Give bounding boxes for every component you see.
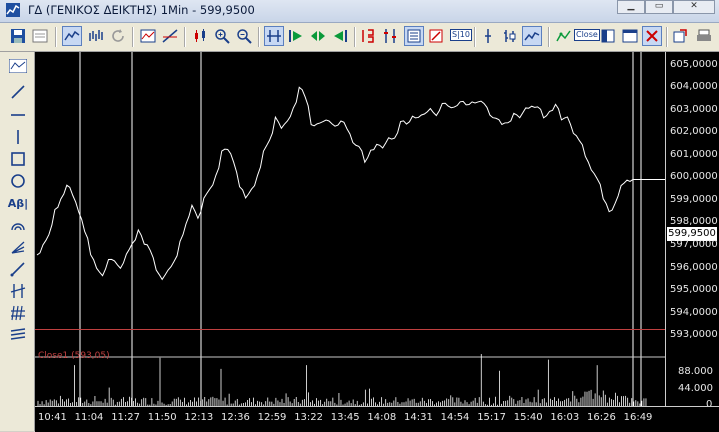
cycle-lines-tool-icon[interactable] (7, 281, 29, 301)
sync-scroll-icon[interactable] (264, 26, 284, 46)
price-tick-label: 594,0000 (670, 306, 718, 318)
ray-tool-icon[interactable] (7, 259, 29, 279)
cut-tool-icon[interactable] (642, 26, 662, 46)
time-tick-label: 12:36 (221, 412, 250, 423)
scroll-both-icon[interactable] (308, 26, 328, 46)
chart-plot-area[interactable]: Close1 (593,05) (35, 52, 665, 406)
volume-series-label: Close1 (593,05) (38, 351, 110, 361)
volume-tick-label: 44.000 (678, 382, 713, 394)
text-tool-icon[interactable]: Aβ| (7, 193, 29, 213)
time-tick-label: 13:45 (330, 412, 360, 423)
indicator-window-icon[interactable] (138, 26, 158, 46)
price-tick-label: 604,0000 (670, 81, 718, 93)
horizontal-line-tool-icon[interactable] (7, 105, 29, 125)
refresh-icon[interactable] (108, 26, 128, 46)
time-axis: 10:41 11:04 11:27 11:50 12:13 12:36 12:59 13:22… (35, 406, 719, 432)
vertical-line-tool-icon[interactable] (7, 127, 29, 147)
ellipse-tool-icon[interactable] (7, 171, 29, 191)
time-tick-label: 12:59 (257, 412, 287, 423)
minimize-button[interactable]: ▁ (617, 0, 645, 14)
time-tick-label: 11:50 (147, 412, 177, 423)
trendline-icon[interactable] (160, 26, 180, 46)
price-tick-label: 595,0000 (670, 284, 718, 296)
time-tick-label: 11:27 (111, 412, 141, 423)
volume-tick-label: 88.000 (678, 366, 713, 378)
zoom-out-icon[interactable] (234, 26, 254, 46)
time-tick-label: 16:03 (550, 412, 580, 423)
zoom-in-icon[interactable] (212, 26, 232, 46)
time-tick-label: 12:13 (184, 412, 214, 423)
time-tick-label: 14:08 (367, 412, 397, 423)
maximize-button[interactable]: ▭ (645, 0, 673, 14)
price-tick-label: 603,0000 (670, 103, 718, 115)
data-table-icon[interactable] (380, 26, 400, 46)
window-title: ΓΔ (ΓΕΝΙΚΟΣ ΔΕΙΚΤΗΣ) 1Min - 599,9500 (28, 3, 255, 17)
price-tick-label: 601,0000 (670, 148, 718, 160)
print-icon[interactable] (694, 26, 714, 46)
time-tick-label: 11:04 (74, 412, 104, 423)
channel-tool-icon[interactable] (7, 303, 29, 323)
drawing-tools-panel: Aβ| (0, 52, 35, 431)
crosshair-icon[interactable] (478, 26, 498, 46)
line-style-icon[interactable] (522, 26, 542, 46)
scroll-start-icon[interactable] (286, 26, 306, 46)
arc-tool-icon[interactable] (7, 215, 29, 235)
price-tick-label: 600,0000 (670, 171, 718, 183)
chart-toolbar: S|10 Close (0, 23, 719, 52)
price-tick-label: 593,0000 (670, 329, 718, 341)
scale-icon[interactable] (598, 26, 618, 46)
export-icon[interactable] (670, 26, 690, 46)
trendline-tool-icon[interactable] (7, 82, 29, 102)
line-chart-icon[interactable] (62, 26, 82, 46)
close-price-button[interactable]: Close (574, 29, 600, 41)
fan-tool-icon[interactable] (7, 237, 29, 257)
close-window-button[interactable]: ✕ (673, 0, 715, 14)
title-bar: ΓΔ (ΓΕΝΙΚΟΣ ΔΕΙΚΤΗΣ) 1Min - 599,9500 ▁ ▭… (0, 0, 719, 23)
price-scale-icon[interactable] (404, 26, 424, 46)
split-window-icon[interactable] (358, 26, 378, 46)
indicator-tool-icon[interactable] (7, 56, 29, 76)
properties-icon[interactable] (30, 26, 50, 46)
price-tick-label: 605,0000 (670, 58, 718, 70)
scroll-end-icon[interactable] (330, 26, 350, 46)
price-volume-plot (35, 52, 665, 406)
window-layout-icon[interactable] (620, 26, 640, 46)
price-tick-label: 597,0000 (670, 238, 718, 250)
time-tick-label: 16:26 (587, 412, 616, 423)
candles-icon[interactable] (190, 26, 210, 46)
signal-ten-label[interactable]: S|10 (450, 29, 472, 41)
price-tick-label: 599,0000 (670, 193, 718, 205)
price-tick-label: 602,0000 (670, 126, 718, 138)
save-icon[interactable] (8, 26, 28, 46)
price-tick-label: 596,0000 (670, 261, 718, 273)
time-tick-label: 15:17 (477, 412, 507, 423)
price-axis: 599,9500 605,0000 604,0000 603,0000 602,000… (665, 52, 719, 410)
time-tick-label: 14:31 (404, 412, 433, 423)
price-series-line (36, 86, 634, 281)
point-figure-icon[interactable] (554, 26, 574, 46)
price-tick-label: 598,0000 (670, 216, 718, 228)
time-tick-label: 15:40 (513, 412, 543, 423)
bar-chart-icon[interactable] (86, 26, 106, 46)
ohlc-bars-icon[interactable] (500, 26, 520, 46)
time-tick-label: 16:49 (623, 412, 653, 423)
time-tick-label: 13:22 (294, 412, 324, 423)
time-tick-label: 14:54 (440, 412, 470, 423)
chart-app-icon (6, 3, 20, 17)
time-tick-label: 10:41 (38, 412, 67, 423)
fibonacci-tool-icon[interactable] (7, 325, 29, 345)
percent-scale-icon[interactable] (426, 26, 446, 46)
rectangle-tool-icon[interactable] (7, 149, 29, 169)
